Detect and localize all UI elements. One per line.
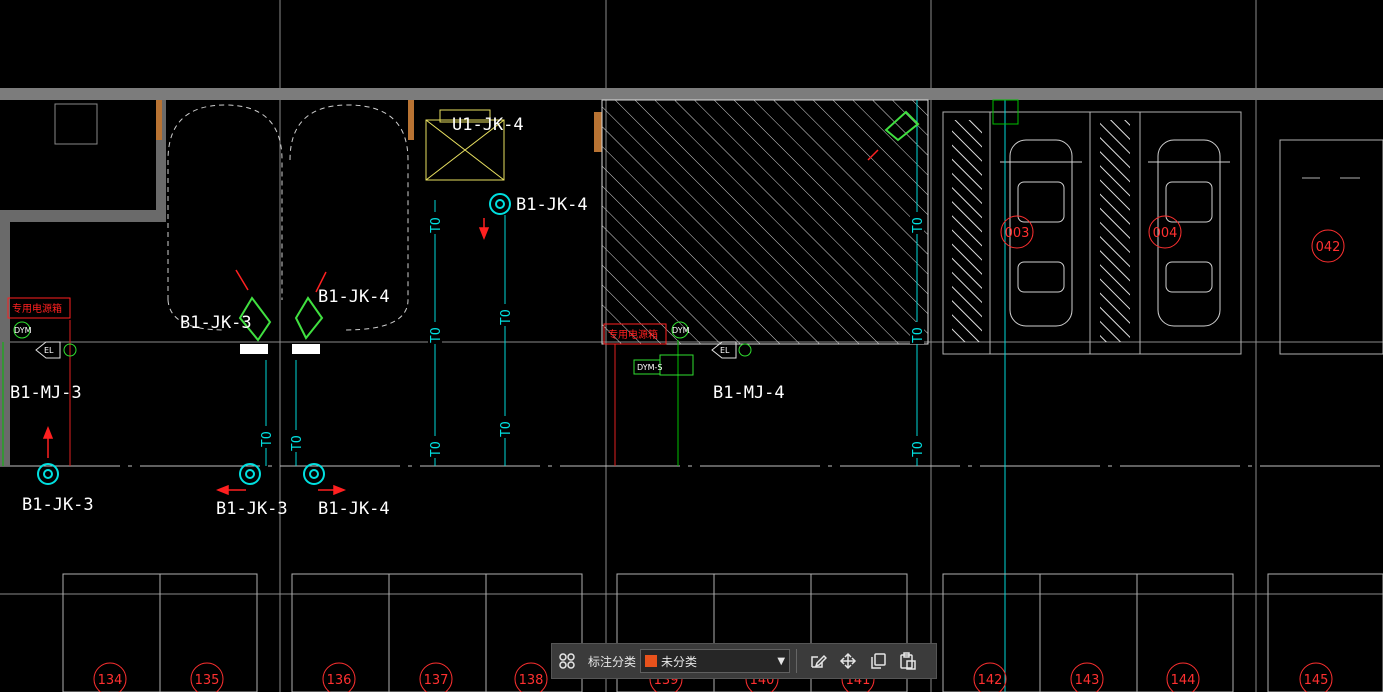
to-tag: TO: [911, 441, 926, 457]
hatched-zone: [601, 99, 929, 345]
space-number-text: 145: [1304, 673, 1329, 688]
cable-tag: DYM-S: [637, 363, 662, 372]
structural-band: [0, 88, 1383, 100]
space-number-text: 144: [1171, 673, 1196, 688]
dome-camera-icon: [239, 463, 261, 485]
grid-icon[interactable]: [552, 646, 582, 676]
toolbar-divider: [796, 649, 798, 673]
camera-label: B1-JK-4: [318, 287, 390, 307]
copy-icon[interactable]: [863, 646, 893, 676]
dome-camera-icon: [37, 463, 59, 485]
edit-icon[interactable]: [803, 646, 833, 676]
space-number: 003: [1000, 215, 1034, 249]
space-number-text: 143: [1075, 673, 1100, 688]
camera-label: B1-JK-3: [22, 495, 94, 515]
el-tag: EL: [44, 346, 54, 355]
space-number-text: 137: [424, 673, 449, 688]
category-label: 标注分类: [588, 654, 637, 669]
to-tag: TO: [911, 327, 926, 343]
category-value: 未分类: [661, 654, 698, 669]
hatch-strip-2: [1100, 120, 1130, 342]
space-number-text: 135: [195, 673, 220, 688]
category-color-swatch: [645, 655, 658, 667]
space-number-text: 136: [327, 673, 352, 688]
to-tag: TO: [429, 217, 444, 233]
power-box-left-label: 专用电源箱: [12, 302, 62, 315]
category-select[interactable]: 未分类 ▼: [640, 649, 791, 673]
dym-tag: DYM: [14, 326, 32, 335]
annotation-toolbar: 标注分类 未分类 ▼: [551, 643, 937, 679]
paste-icon[interactable]: [893, 646, 923, 676]
space-number: 042: [1311, 229, 1345, 263]
to-tag: TO: [429, 327, 444, 343]
power-box-left: 专用电源箱: [7, 297, 71, 319]
hatch-strip-1: [952, 120, 982, 342]
door-control-label: B1-MJ-3: [10, 383, 82, 403]
camera-label: B1-JK-4: [318, 499, 390, 519]
space-number-text: 138: [519, 673, 544, 688]
orange-strip-3: [594, 112, 602, 152]
space-number: 004: [1148, 215, 1182, 249]
to-tag: TO: [499, 309, 514, 325]
space-number-text: 142: [978, 673, 1003, 688]
dome-camera-icon: [303, 463, 325, 485]
space-number-text: 134: [98, 673, 123, 688]
to-tag: TO: [429, 441, 444, 457]
camera-label: B1-JK-4: [516, 195, 588, 215]
camera-label: B1-JK-3: [216, 499, 288, 519]
dym-device: DYM-S DYM DYM: [13, 321, 694, 376]
space-number-text: 004: [1153, 226, 1178, 241]
dome-camera-icon: [489, 193, 511, 215]
camera-label: B1-JK-3: [180, 313, 252, 333]
to-tag: TO: [260, 431, 275, 447]
column-box: [54, 103, 98, 145]
orange-strip: [156, 100, 162, 140]
move-icon[interactable]: [833, 646, 863, 676]
wall: [0, 100, 166, 466]
space-number-text: 042: [1316, 240, 1341, 255]
space-number-text: 003: [1005, 226, 1030, 241]
door-control-label: B1-MJ-4: [713, 383, 785, 403]
orange-strip-2: [408, 100, 414, 140]
power-box-right-label: 专用电源箱: [608, 328, 658, 341]
chevron-down-icon: ▼: [777, 655, 786, 667]
to-tag: TO: [290, 435, 305, 451]
el-tag: EL: [720, 346, 730, 355]
cad-canvas[interactable]: TO TO TO TO TO TO TO TO TO TO 专用电源箱 专用电源…: [0, 0, 1383, 692]
dym-tag: DYM: [672, 326, 690, 335]
to-tag: TO: [499, 421, 514, 437]
camera-label: U1-JK-4: [452, 115, 524, 135]
to-tag: TO: [911, 217, 926, 233]
